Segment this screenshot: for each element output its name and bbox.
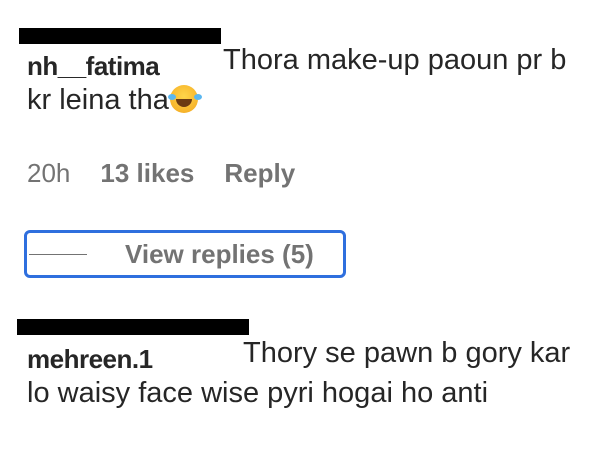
username-redaction: [19, 28, 221, 44]
reply-button[interactable]: Reply: [224, 157, 295, 189]
comment-likes-count[interactable]: 13 likes: [100, 157, 194, 189]
username-redaction: [17, 319, 249, 335]
replies-divider-line: [29, 253, 87, 255]
comment-meta: 20h 13 likes Reply: [27, 157, 295, 189]
comment-username[interactable]: mehreen.1: [17, 319, 249, 374]
comment: mehreen.1 Thory se pawn b gory kar lo wa…: [17, 319, 587, 413]
comment: nh__fatima Thora make-up paoun pr b kr l…: [19, 28, 587, 120]
view-replies-label: View replies (5): [125, 238, 314, 269]
comment-timestamp[interactable]: 20h: [27, 157, 70, 189]
view-replies-button[interactable]: View replies (5): [24, 230, 346, 278]
tears-of-joy-emoji-icon: [167, 85, 198, 113]
comment-username[interactable]: nh__fatima: [19, 28, 223, 81]
